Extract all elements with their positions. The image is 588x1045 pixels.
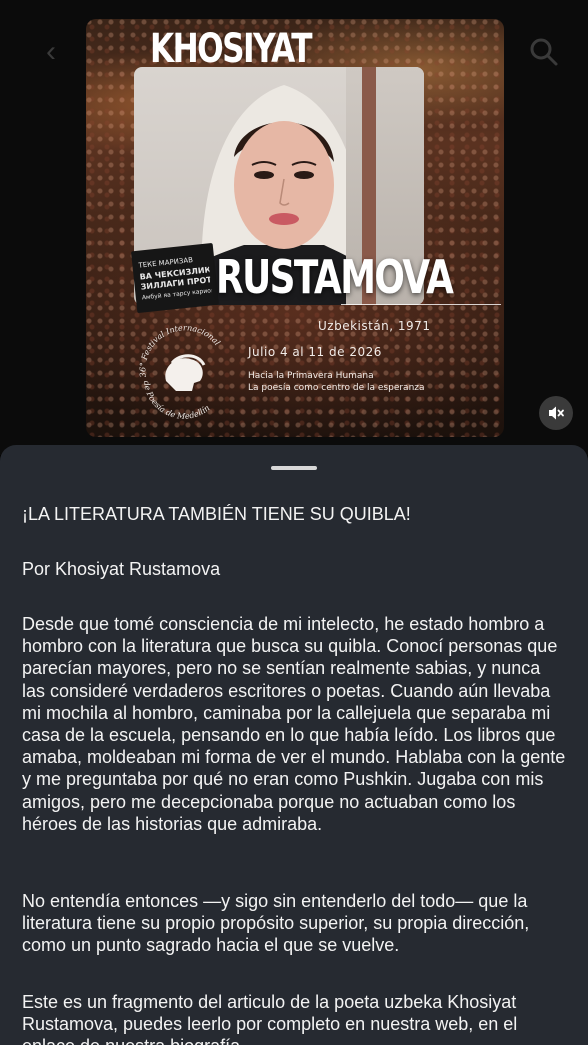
book-cover: ТЕКЕ МАРИЗАВ ВА ЧЕКСИЗЛИК ЗИЛЛАГИ ПРОТОП… xyxy=(130,242,220,314)
caption-paragraph: No entendía entonces —y sigo sin entende… xyxy=(22,891,530,956)
chevron-left-icon[interactable]: ‹ xyxy=(36,34,66,70)
post-media-area: ‹ KHOSIYAT ТЕКЕ МАРИЗАВ ВА ЧЕКСИЗЛИК ЗИЛ… xyxy=(0,0,588,455)
caption-paragraph: Este es un fragmento del articulo de la … xyxy=(22,992,518,1045)
headline-last-name: RUSTAMOVA xyxy=(216,250,454,304)
festival-tagline: La poesía como centro de la esperanza xyxy=(248,383,425,393)
headline-first-name: KHOSIYAT xyxy=(150,26,313,72)
drag-handle[interactable] xyxy=(271,466,317,470)
country-year: Uzbekistán, 1971 xyxy=(318,319,431,333)
search-icon[interactable] xyxy=(528,36,560,68)
speaker-muted-icon[interactable] xyxy=(539,396,573,430)
caption-byline: Por Khosiyat Rustamova xyxy=(22,559,221,579)
caption-paragraph: Desde que tomé consciencia de mi intelec… xyxy=(22,614,566,834)
caption-title: ¡LA LITERATURA TAMBIÉN TIENE SU QUIBLA! xyxy=(22,504,411,524)
post-image[interactable]: KHOSIYAT ТЕКЕ МАРИЗАВ ВА ЧЕКСИЗЛИК ЗИЛЛА… xyxy=(86,19,504,437)
festival-logo: 36° Festival Internacional de Poesía de … xyxy=(132,319,236,423)
post-screen: ‹ KHOSIYAT ТЕКЕ МАРИЗАВ ВА ЧЕКСИЗЛИК ЗИЛ… xyxy=(0,0,588,1045)
divider xyxy=(341,304,501,305)
caption-sheet[interactable]: ¡LA LITERATURA TAMBIÉN TIENE SU QUIBLA! … xyxy=(0,445,588,1045)
festival-dates: Julio 4 al 11 de 2026 xyxy=(248,345,382,359)
festival-slogan: Hacia la Primavera Humana xyxy=(248,371,374,381)
